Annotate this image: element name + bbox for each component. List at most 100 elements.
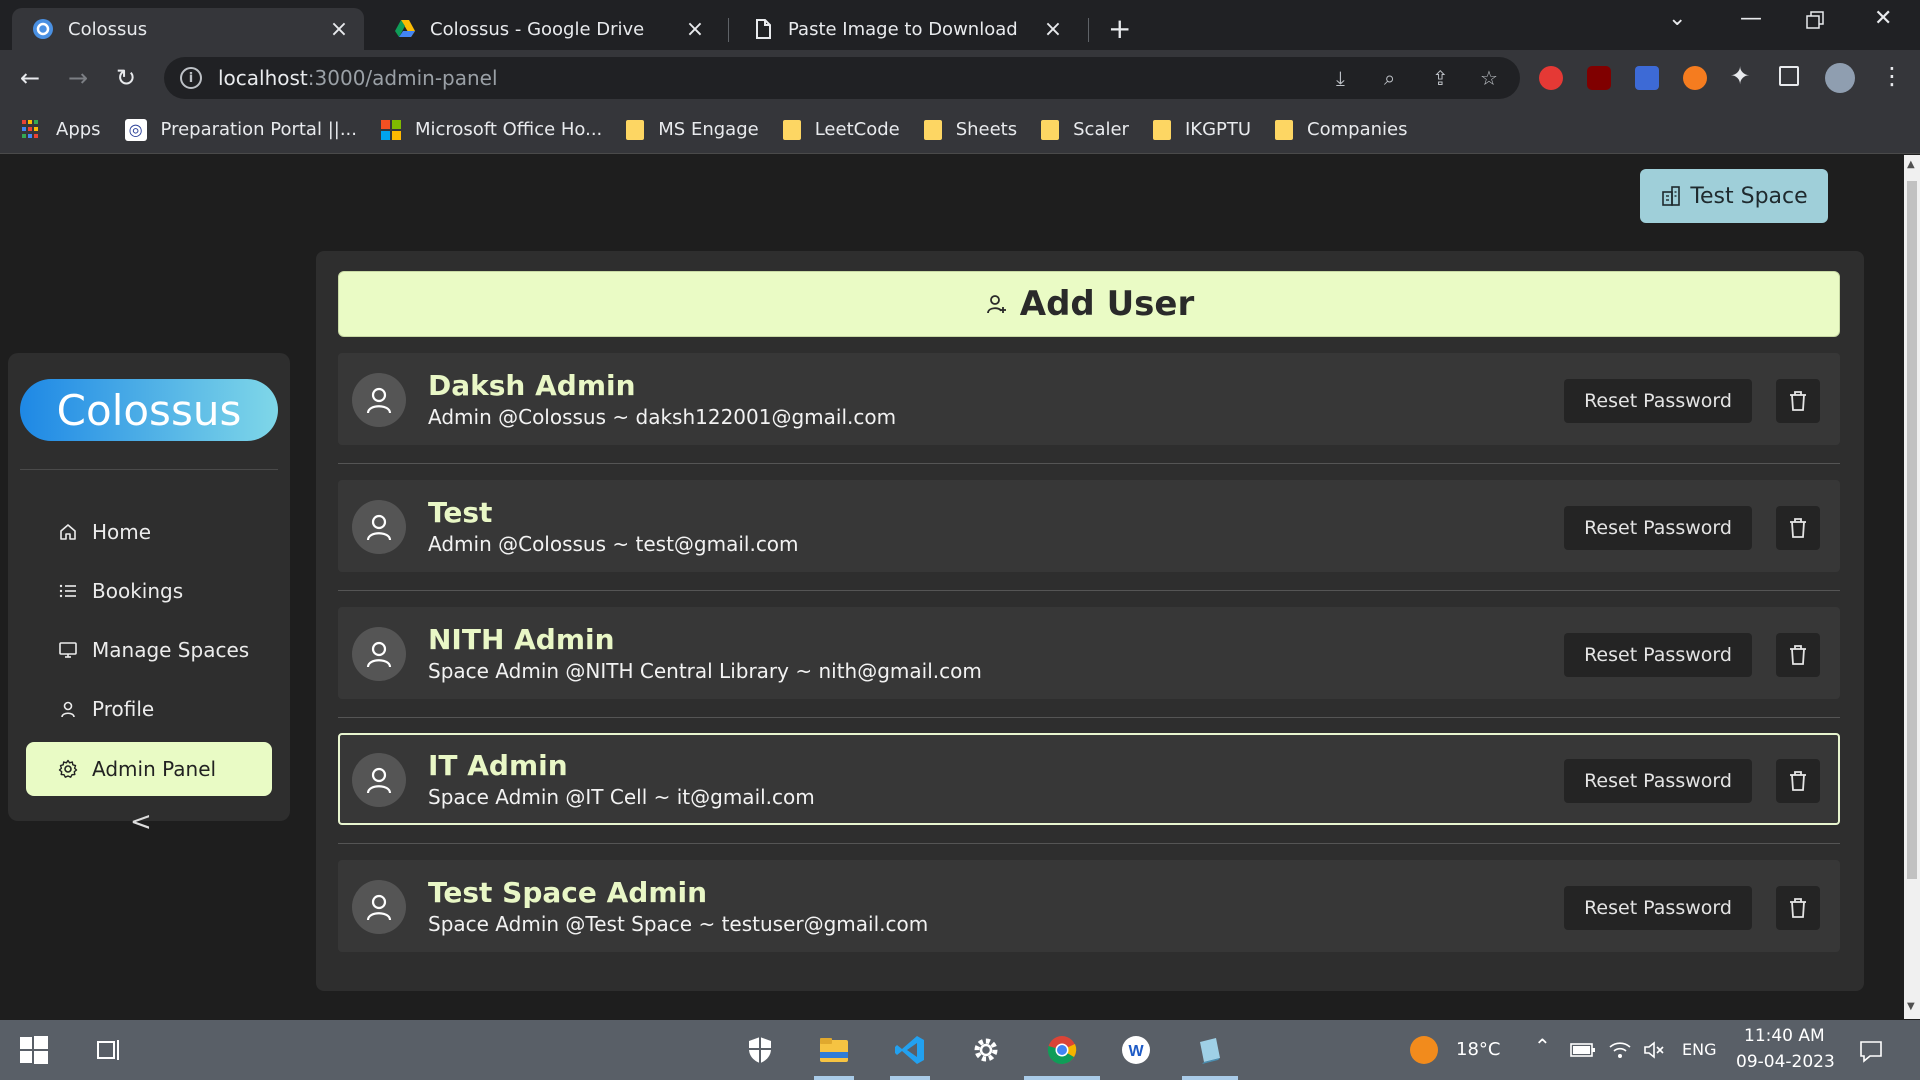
space-selector-button[interactable]: Test Space bbox=[1640, 169, 1828, 223]
forward-arrow-icon[interactable]: → bbox=[68, 64, 88, 92]
tab-google-drive[interactable]: Colossus - Google Drive × bbox=[374, 8, 720, 50]
reset-password-button[interactable]: Reset Password bbox=[1564, 506, 1752, 550]
reset-password-button[interactable]: Reset Password bbox=[1564, 633, 1752, 677]
share-icon[interactable]: ⇪ bbox=[1432, 66, 1449, 90]
notifications-icon[interactable] bbox=[1858, 1038, 1884, 1064]
user-card-daksh-admin[interactable]: Daksh Admin Admin @Colossus ~ daksh12200… bbox=[338, 353, 1840, 445]
bookmark-star-icon[interactable]: ☆ bbox=[1480, 66, 1498, 90]
close-icon[interactable]: × bbox=[1042, 17, 1064, 42]
task-view-icon[interactable] bbox=[94, 1036, 122, 1064]
adblock-extension-icon[interactable] bbox=[1539, 66, 1563, 90]
sidebar-item-profile[interactable]: Profile bbox=[26, 682, 272, 736]
colossus-favicon bbox=[33, 19, 53, 39]
file-explorer-icon[interactable] bbox=[818, 1034, 850, 1066]
clock-date[interactable]: 09-04-2023 bbox=[1736, 1052, 1835, 1072]
site-info-icon[interactable]: i bbox=[180, 67, 202, 89]
list-icon bbox=[59, 584, 76, 598]
url-text[interactable]: localhost:3000/admin-panel bbox=[218, 66, 498, 90]
weather-sun-icon[interactable] bbox=[1410, 1036, 1438, 1064]
reset-password-button[interactable]: Reset Password bbox=[1564, 886, 1752, 930]
user-subtitle: Admin @Colossus ~ daksh122001@gmail.com bbox=[428, 405, 897, 429]
bookmark-companies[interactable]: Companies bbox=[1275, 119, 1407, 140]
notepad-icon[interactable] bbox=[1194, 1034, 1226, 1066]
reset-password-button[interactable]: Reset Password bbox=[1564, 759, 1752, 803]
monitor-icon bbox=[59, 642, 77, 658]
page-scrollbar[interactable]: ▲ ▼ bbox=[1904, 155, 1920, 1019]
new-tab-plus-icon[interactable]: + bbox=[1108, 12, 1131, 45]
user-card-nith-admin[interactable]: NITH Admin Space Admin @NITH Central Lib… bbox=[338, 607, 1840, 699]
volume-muted-icon[interactable] bbox=[1642, 1038, 1666, 1062]
user-card-test[interactable]: Test Admin @Colossus ~ test@gmail.com Re… bbox=[338, 480, 1840, 572]
folder-icon bbox=[782, 119, 801, 140]
show-hidden-icons-chevron-icon[interactable]: ⌃ bbox=[1534, 1034, 1551, 1058]
zoom-icon[interactable]: ⌕ bbox=[1384, 66, 1395, 90]
battery-icon[interactable] bbox=[1570, 1040, 1596, 1060]
sidebar-item-bookings[interactable]: Bookings bbox=[26, 564, 272, 618]
address-bar[interactable]: i localhost:3000/admin-panel ⤓ ⌕ ⇪ ☆ bbox=[164, 57, 1520, 99]
app-logo[interactable]: Colossus bbox=[20, 379, 278, 441]
delete-user-button[interactable] bbox=[1776, 633, 1820, 677]
settings-gear-icon[interactable] bbox=[970, 1034, 1002, 1066]
add-user-button[interactable]: Add User bbox=[338, 271, 1840, 337]
close-icon[interactable]: × bbox=[328, 17, 350, 42]
word-app-icon[interactable]: W bbox=[1120, 1034, 1152, 1066]
delete-user-button[interactable] bbox=[1776, 506, 1820, 550]
bookmark-ms-engage[interactable]: MS Engage bbox=[626, 119, 759, 140]
language-indicator[interactable]: ENG bbox=[1682, 1040, 1716, 1059]
user-avatar-icon bbox=[366, 514, 392, 541]
trash-icon bbox=[1790, 771, 1806, 791]
bookmark-microsoft-office[interactable]: Microsoft Office Ho... bbox=[380, 119, 603, 140]
tab-paste-image[interactable]: Paste Image to Download × bbox=[732, 8, 1078, 50]
close-icon[interactable]: × bbox=[684, 17, 706, 42]
bookmark-label: Microsoft Office Ho... bbox=[414, 119, 603, 140]
avatar bbox=[352, 627, 406, 681]
kebab-menu-icon[interactable]: ⋮ bbox=[1880, 62, 1904, 90]
bookmark-ikgptu[interactable]: IKGPTU bbox=[1152, 119, 1251, 140]
wifi-icon[interactable] bbox=[1608, 1038, 1632, 1062]
url-host: localhost bbox=[218, 66, 308, 90]
weather-temperature[interactable]: 18°C bbox=[1456, 1039, 1500, 1060]
side-panel-icon[interactable] bbox=[1779, 66, 1799, 86]
user-card-it-admin[interactable]: IT Admin Space Admin @IT Cell ~ it@gmail… bbox=[338, 733, 1840, 825]
minimize-icon[interactable]: — bbox=[1740, 6, 1762, 31]
restore-icon[interactable] bbox=[1806, 10, 1824, 35]
tab-search-chevron-icon[interactable]: ⌄ bbox=[1668, 6, 1686, 31]
scrollbar-thumb[interactable] bbox=[1907, 181, 1917, 879]
tab-colossus[interactable]: Colossus × bbox=[12, 8, 364, 50]
extensions-puzzle-icon[interactable]: ✦ bbox=[1730, 62, 1750, 90]
extension-orange-icon[interactable] bbox=[1683, 66, 1707, 90]
ublock-extension-icon[interactable] bbox=[1587, 66, 1611, 90]
avatar bbox=[352, 500, 406, 554]
user-card-test-space-admin[interactable]: Test Space Admin Space Admin @Test Space… bbox=[338, 860, 1840, 952]
sidebar-item-manage-spaces[interactable]: Manage Spaces bbox=[26, 623, 272, 677]
reload-icon[interactable]: ↻ bbox=[116, 64, 136, 92]
bookmark-sheets[interactable]: Sheets bbox=[923, 119, 1017, 140]
install-app-icon[interactable]: ⤓ bbox=[1336, 66, 1345, 90]
vscode-icon[interactable] bbox=[894, 1034, 926, 1066]
collapse-sidebar-chevron-icon[interactable]: < bbox=[130, 807, 152, 837]
scroll-up-arrow-icon[interactable]: ▲ bbox=[1907, 159, 1915, 170]
gear-icon bbox=[58, 759, 78, 778]
scroll-down-arrow-icon[interactable]: ▼ bbox=[1907, 1001, 1915, 1012]
close-window-icon[interactable]: ✕ bbox=[1874, 6, 1892, 31]
chrome-icon[interactable] bbox=[1046, 1034, 1078, 1066]
windows-start-icon[interactable] bbox=[20, 1036, 48, 1064]
delete-user-button[interactable] bbox=[1776, 886, 1820, 930]
security-shield-icon[interactable] bbox=[744, 1034, 776, 1066]
extension-m-icon[interactable] bbox=[1635, 66, 1659, 90]
sidebar-item-admin-panel[interactable]: Admin Panel bbox=[26, 742, 272, 796]
browser-tab-strip: Colossus × Colossus - Google Drive × Pas… bbox=[0, 0, 1920, 50]
bookmark-preparation-portal[interactable]: ◎ Preparation Portal ||... bbox=[124, 118, 357, 141]
reset-password-button[interactable]: Reset Password bbox=[1564, 379, 1752, 423]
delete-user-button[interactable] bbox=[1776, 759, 1820, 803]
profile-avatar[interactable] bbox=[1825, 63, 1855, 93]
sidebar-item-home[interactable]: Home bbox=[26, 505, 272, 559]
avatar bbox=[352, 373, 406, 427]
clock-time[interactable]: 11:40 AM bbox=[1744, 1026, 1825, 1046]
bookmark-scaler[interactable]: Scaler bbox=[1041, 119, 1129, 140]
back-arrow-icon[interactable]: ← bbox=[20, 64, 40, 92]
user-avatar-icon bbox=[366, 641, 392, 668]
delete-user-button[interactable] bbox=[1776, 379, 1820, 423]
bookmark-leetcode[interactable]: LeetCode bbox=[782, 119, 900, 140]
bookmark-apps[interactable]: Apps bbox=[22, 119, 101, 140]
